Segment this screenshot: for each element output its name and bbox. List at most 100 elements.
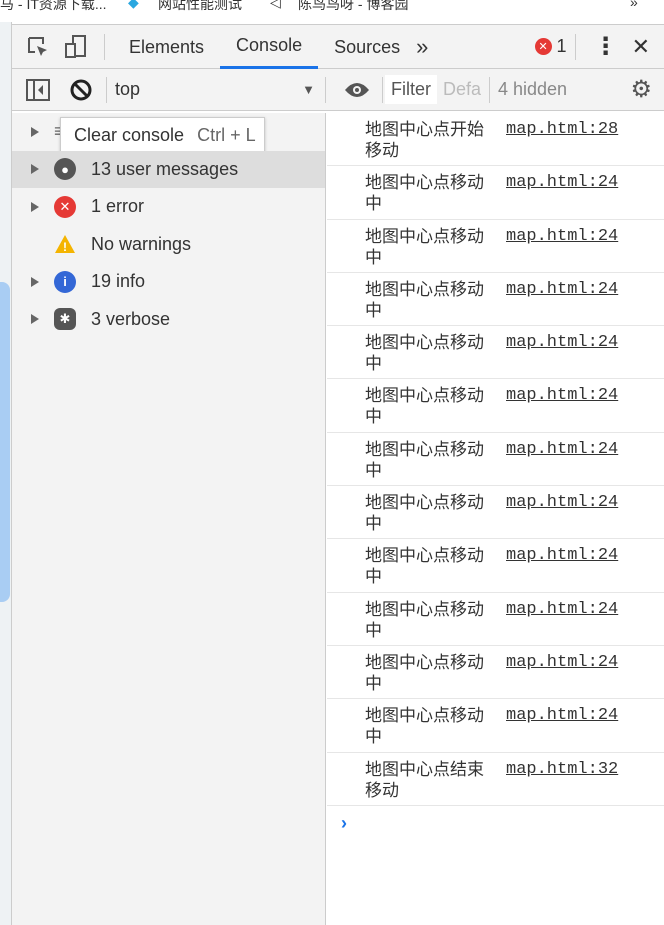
bookmark[interactable]: 网站性能测试 [158,0,242,14]
sidebar-toggle-icon[interactable] [26,78,50,101]
message-text: 地图中心点移动中 [365,652,484,694]
bookmark[interactable]: 陈鸟鸟呀 - 博客园 [298,0,408,14]
bug-icon: ✱ [54,308,76,331]
device-toolbar-icon[interactable] [64,34,88,59]
message-text: 地图中心点移动中 [365,493,484,535]
sidebar-item-messages[interactable]: ≡ messages Clear console Ctrl + L [12,113,325,153]
divider [106,76,107,103]
sidebar-item-label: 3 verbose [91,308,171,329]
console-message: 地图中心点移动中 map.html:24 [327,166,664,220]
clear-console-icon[interactable] [70,79,92,101]
message-text: 地图中心点结束移动 [365,759,484,801]
error-icon: ✕ [54,195,76,218]
svg-text:!: ! [63,240,67,254]
source-link[interactable]: map.html:24 [506,706,618,725]
source-link[interactable]: map.html:24 [506,333,618,352]
error-icon: ✕ [534,38,552,55]
sidebar-item-label: No warnings [91,233,192,254]
message-text: 地图中心点移动中 [365,706,484,748]
message-text: 地图中心点移动中 [365,439,484,481]
console-sidebar: ≡ messages Clear console Ctrl + L ● 13 u… [12,113,326,925]
source-link[interactable]: map.html:24 [506,600,618,619]
message-text: 地图中心点开始移动 [365,120,484,161]
source-link[interactable]: map.html:24 [506,280,618,299]
console-prompt[interactable]: › [341,813,347,834]
hidden-count: 4 hidden [498,79,568,99]
tab-elements[interactable]: Elements [113,25,220,69]
sidebar-item-warnings[interactable]: ! No warnings [12,226,325,264]
tab-sources[interactable]: Sources [318,25,416,69]
message-text: 地图中心点移动中 [365,333,484,375]
source-link[interactable]: map.html:24 [506,386,618,405]
context-select[interactable]: top ▼ [115,79,315,100]
sidebar-item-info[interactable]: i 19 info [12,263,325,301]
bookmarks-bar: 马 - IT资源下载... ◆ 网站性能测试 ◁ 陈鸟鸟呀 - 博客园 » [0,0,664,22]
divider [104,33,105,60]
source-link[interactable]: map.html:24 [506,227,618,246]
sidebar-item-label: 19 info [91,271,146,292]
console-message: 地图中心点结束移动 map.html:32 [327,753,664,806]
console-message: 地图中心点移动中 map.html:24 [327,593,664,646]
sidebar-item-errors[interactable]: ✕ 1 error [12,188,325,226]
inspect-element-icon[interactable] [26,36,50,58]
expand-arrow-icon[interactable] [31,276,39,287]
tooltip-label: Clear console [74,125,185,145]
source-link[interactable]: map.html:24 [506,493,618,512]
divider [574,33,576,60]
source-link[interactable]: map.html:24 [506,546,618,565]
sidebar-item-label: 13 user messages [91,158,239,179]
tooltip-shortcut: Ctrl + L [197,125,256,145]
tooltip: Clear console Ctrl + L [60,117,265,153]
console-message: 地图中心点移动中 map.html:24 [327,220,664,273]
expand-arrow-icon[interactable] [31,201,39,212]
source-link[interactable]: map.html:24 [506,440,618,459]
gear-icon[interactable]: ⚙ [630,75,652,104]
console-message: 地图中心点移动中 map.html:24 [327,486,664,540]
expand-arrow-icon[interactable] [31,164,39,175]
expand-arrow-icon[interactable] [31,126,39,137]
console-messages: 地图中心点开始移动 map.html:28 地图中心点移动中 map.html:24 地… [327,113,664,925]
more-tabs-button[interactable]: » [416,34,428,60]
divider [489,76,490,103]
console-message: 地图中心点移动中 map.html:24 [327,646,664,700]
console-message: 地图中心点移动中 map.html:24 [327,379,664,433]
message-text: 地图中心点移动中 [365,546,484,588]
user-icon: ● [54,158,76,181]
message-text: 地图中心点移动中 [365,386,484,428]
source-link[interactable]: map.html:24 [506,653,618,672]
map-water [0,282,10,602]
console-toolbar: top ▼ Filter Defa 4 hidden ⚙ [12,69,664,111]
eye-icon[interactable] [344,81,370,99]
close-icon[interactable]: ✕ [632,34,650,60]
sidebar-item-user-messages[interactable]: ● 13 user messages [12,150,325,188]
source-link[interactable]: map.html:28 [506,120,618,139]
bookmark[interactable]: 马 - IT资源下载... [0,0,107,14]
warning-icon: ! [54,234,76,254]
error-count: 1 [556,36,567,56]
message-text: 地图中心点移动中 [365,173,484,215]
page-behind [0,22,12,925]
console-message: 地图中心点移动中 map.html:24 [327,326,664,380]
tab-console[interactable]: Console [220,25,319,69]
error-counter[interactable]: ✕ 1 [534,36,567,57]
bookmarks-more[interactable]: » [630,0,638,10]
info-icon: i [54,270,76,293]
devtools: Elements Console Sources » ✕ 1 ⋮ ✕ top ▼… [12,24,664,925]
console-message: 地图中心点移动中 map.html:24 [327,699,664,753]
log-levels-select[interactable]: Defa [443,79,481,100]
sidebar-item-verbose[interactable]: ✱ 3 verbose [12,301,325,339]
bookmark-icon: ◆ [128,0,139,10]
chevron-down-icon: ▼ [302,82,315,97]
message-text: 地图中心点移动中 [365,226,484,268]
kebab-menu-icon[interactable]: ⋮ [594,32,618,61]
console-message: 地图中心点移动中 map.html:24 [327,433,664,487]
message-text: 地图中心点移动中 [365,279,484,321]
source-link[interactable]: map.html:24 [506,173,618,192]
console-message: 地图中心点开始移动 map.html:28 [327,113,664,167]
context-value: top [115,79,141,99]
source-link[interactable]: map.html:32 [506,760,618,779]
console-message: 地图中心点移动中 map.html:24 [327,273,664,327]
filter-input[interactable]: Filter [385,75,437,104]
devtools-main-toolbar: Elements Console Sources » ✕ 1 ⋮ ✕ [12,25,664,69]
expand-arrow-icon[interactable] [31,314,39,325]
